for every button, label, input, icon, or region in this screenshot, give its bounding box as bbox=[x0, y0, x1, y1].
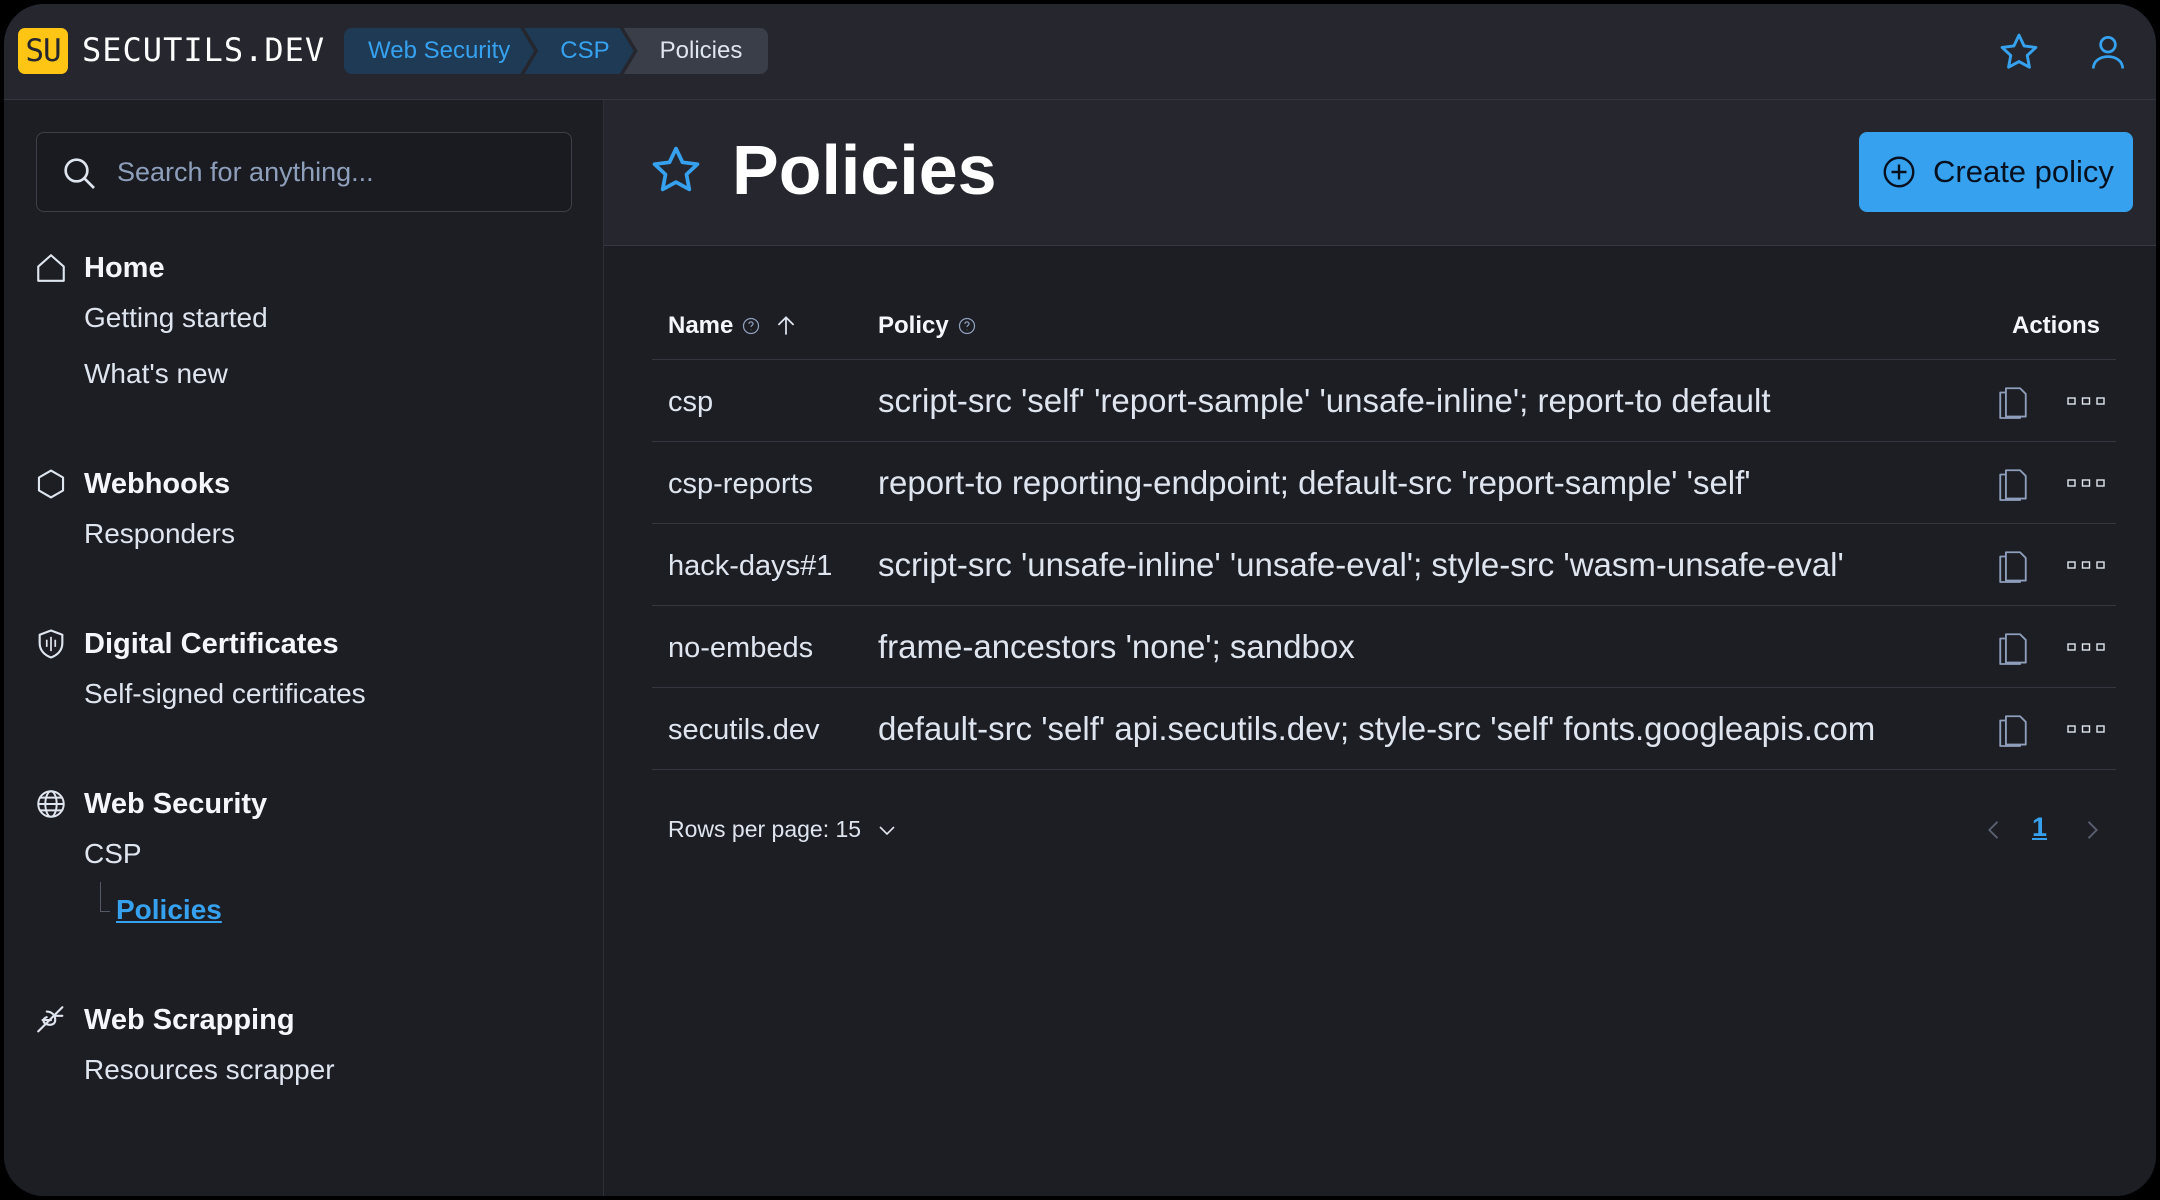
nav-group-digital-certificates: Digital Certificates Self-signed certifi… bbox=[34, 622, 366, 722]
sidebar-item-self-signed-certificates[interactable]: Self-signed certificates bbox=[84, 666, 366, 722]
create-policy-button[interactable]: Create policy bbox=[1859, 132, 2133, 212]
plus-circle-icon bbox=[1883, 156, 1915, 188]
table-row[interactable]: csp script-src 'self' 'report-sample' 'u… bbox=[652, 360, 2116, 442]
column-header-actions: Actions bbox=[2011, 312, 2100, 339]
page-header: Policies Create policy bbox=[604, 100, 2156, 246]
table-row[interactable]: hack-days#1 script-src 'unsafe-inline' '… bbox=[652, 524, 2116, 606]
policy-value: script-src 'unsafe-inline' 'unsafe-eval'… bbox=[878, 546, 1844, 583]
breadcrumb-web-security[interactable]: Web Security bbox=[344, 28, 534, 74]
policy-value: default-src 'self' api.secutils.dev; sty… bbox=[878, 710, 1876, 747]
sidebar-item-label: Web Security bbox=[84, 787, 268, 820]
breadcrumb-policies: Policies bbox=[623, 28, 769, 74]
rows-per-page-label: Rows per page: 15 bbox=[668, 816, 862, 842]
page-title: Policies bbox=[732, 131, 997, 209]
logo-text[interactable]: SECUTILS.DEV bbox=[82, 31, 325, 69]
policies-table: Name Policy Actions csp script-src 'self… bbox=[652, 300, 2116, 770]
policy-value: report-to reporting-endpoint; default-sr… bbox=[878, 464, 1751, 501]
page-number-current[interactable]: 1 bbox=[2032, 812, 2047, 843]
column-name-label: Name bbox=[668, 312, 734, 339]
help-icon[interactable] bbox=[957, 316, 977, 336]
sidebar-item-label: Webhooks bbox=[84, 467, 231, 500]
main-content: Policies Create policy Name Policy Actio… bbox=[604, 100, 2156, 1196]
sidebar-item-label: Home bbox=[84, 251, 165, 284]
policy-value: script-src 'self' 'report-sample' 'unsaf… bbox=[878, 382, 1771, 419]
sidebar-item-label: Digital Certificates bbox=[84, 627, 339, 660]
logo-badge[interactable]: SU bbox=[18, 28, 68, 74]
search-placeholder: Search for anything... bbox=[117, 157, 374, 187]
table-header: Name Policy Actions bbox=[652, 300, 2116, 360]
copy-icon[interactable] bbox=[1996, 546, 2030, 584]
favorite-star-icon[interactable] bbox=[648, 142, 704, 198]
policy-name: no-embeds bbox=[668, 632, 814, 664]
rows-per-page-select[interactable]: Rows per page: 15 bbox=[668, 816, 899, 843]
sidebar-item-getting-started[interactable]: Getting started bbox=[84, 290, 268, 346]
sidebar: Search for anything... Home Getting star… bbox=[4, 100, 604, 1196]
sidebar-item-responders[interactable]: Responders bbox=[84, 506, 235, 562]
sidebar-item-web-security[interactable]: Web Security bbox=[34, 782, 267, 826]
help-icon[interactable] bbox=[741, 316, 761, 336]
chevron-right-icon[interactable] bbox=[2078, 814, 2106, 846]
chevron-down-icon bbox=[879, 825, 895, 835]
copy-icon[interactable] bbox=[1996, 628, 2030, 666]
sidebar-item-home[interactable]: Home bbox=[34, 246, 268, 290]
sidebar-item-resources-scrapper[interactable]: Resources scrapper bbox=[84, 1042, 335, 1098]
nav-group-home: Home Getting started What's new bbox=[34, 246, 268, 402]
globe-icon bbox=[37, 790, 65, 818]
more-actions-icon[interactable] bbox=[2066, 720, 2106, 738]
sidebar-item-whats-new[interactable]: What's new bbox=[84, 346, 268, 402]
table-row[interactable]: secutils.dev default-src 'self' api.secu… bbox=[652, 688, 2116, 770]
shield-icon bbox=[38, 629, 64, 659]
policy-name: hack-days#1 bbox=[668, 550, 833, 582]
more-actions-icon[interactable] bbox=[2066, 392, 2106, 410]
sidebar-item-web-scrapping[interactable]: Web Scrapping bbox=[34, 998, 335, 1042]
column-header-policy: Policy bbox=[878, 312, 977, 340]
more-actions-icon[interactable] bbox=[2066, 474, 2106, 492]
search-input[interactable]: Search for anything... bbox=[36, 132, 572, 212]
star-icon[interactable] bbox=[1997, 30, 2041, 74]
sidebar-item-digital-certificates[interactable]: Digital Certificates bbox=[34, 622, 366, 666]
sidebar-item-webhooks[interactable]: Webhooks bbox=[34, 462, 235, 506]
user-icon[interactable] bbox=[2086, 30, 2130, 74]
column-header-name[interactable]: Name bbox=[668, 312, 799, 340]
breadcrumb: Web Security CSP Policies bbox=[344, 28, 769, 74]
policy-name: csp-reports bbox=[668, 468, 814, 500]
nav-group-webhooks: Webhooks Responders bbox=[34, 462, 235, 562]
sidebar-item-csp[interactable]: CSP bbox=[84, 826, 267, 882]
policy-value: frame-ancestors 'none'; sandbox bbox=[878, 628, 1355, 665]
sidebar-item-policies[interactable]: Policies bbox=[100, 882, 267, 938]
sidebar-item-label: Web Scrapping bbox=[84, 1003, 295, 1036]
create-policy-label: Create policy bbox=[1933, 154, 2114, 189]
chevron-left-icon[interactable] bbox=[1980, 814, 2008, 846]
tree-connector bbox=[100, 882, 110, 912]
top-header: SU SECUTILS.DEV Web Security CSP Policie… bbox=[4, 4, 2156, 100]
nav-group-web-security: Web Security CSP Policies bbox=[34, 782, 267, 938]
copy-icon[interactable] bbox=[1996, 464, 2030, 502]
home-icon bbox=[37, 254, 65, 282]
copy-icon[interactable] bbox=[1996, 382, 2030, 420]
hexagon-icon bbox=[37, 469, 65, 499]
more-actions-icon[interactable] bbox=[2066, 638, 2106, 656]
more-actions-icon[interactable] bbox=[2066, 556, 2106, 574]
sidebar-item-label: Policies bbox=[116, 894, 222, 925]
app-window: SU SECUTILS.DEV Web Security CSP Policie… bbox=[0, 0, 2160, 1200]
policy-name: csp bbox=[668, 386, 714, 418]
sort-ascending-icon[interactable] bbox=[773, 313, 799, 339]
breadcrumb-csp[interactable]: CSP bbox=[524, 28, 633, 74]
table-row[interactable]: csp-reports report-to reporting-endpoint… bbox=[652, 442, 2116, 524]
pagination: Rows per page: 15 1 bbox=[652, 800, 2116, 860]
column-policy-label: Policy bbox=[878, 312, 949, 339]
copy-icon[interactable] bbox=[1996, 710, 2030, 748]
nav-group-web-scrapping: Web Scrapping Resources scrapper bbox=[34, 998, 335, 1098]
scrapper-icon bbox=[37, 1006, 64, 1033]
table-row[interactable]: no-embeds frame-ancestors 'none'; sandbo… bbox=[652, 606, 2116, 688]
search-icon bbox=[64, 158, 95, 189]
policy-name: secutils.dev bbox=[668, 714, 820, 746]
